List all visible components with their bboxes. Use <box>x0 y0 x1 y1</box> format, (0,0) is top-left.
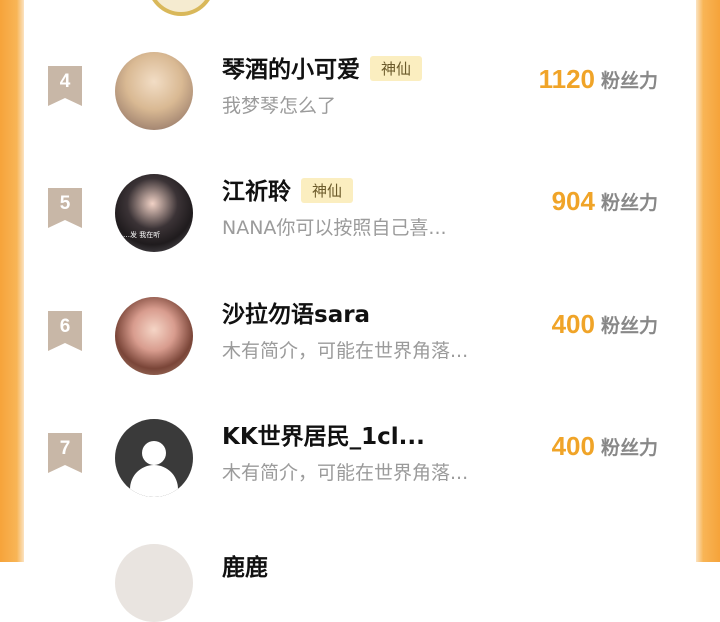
user-bio: 我梦琴怎么了 <box>222 95 337 117</box>
avatar[interactable] <box>115 52 193 130</box>
avatar[interactable] <box>115 297 193 375</box>
fan-power-value: 400 <box>551 431 595 461</box>
rank-badge: 5 <box>48 188 82 228</box>
fan-power-value: 904 <box>551 186 595 216</box>
avatar-caption: …发 我在听 <box>123 231 161 239</box>
user-name[interactable]: 琴酒的小可爱 神仙 <box>222 50 423 84</box>
avatar[interactable]: …发 我在听 <box>115 174 193 252</box>
ranking-row-7[interactable]: 7 KK世界居民_1cl... 木有简介，可能在世界角落... 400 粉丝力 <box>24 407 696 507</box>
fan-power: 400 粉丝力 <box>552 309 658 340</box>
right-gradient-bar <box>696 0 720 562</box>
ranking-row-6[interactable]: 6 沙拉勿语sara 木有简介，可能在世界角落... 400 粉丝力 <box>24 285 696 385</box>
ranking-row-4[interactable]: 4 琴酒的小可爱 神仙 我梦琴怎么了 1120 粉丝力 <box>24 40 696 140</box>
level-tag: 神仙 <box>370 56 423 81</box>
rank-badge: 6 <box>48 311 82 351</box>
user-name[interactable]: 江祈聆 神仙 <box>222 172 354 206</box>
rank-badge: 4 <box>48 66 82 106</box>
user-name[interactable]: KK世界居民_1cl... <box>222 417 425 451</box>
user-name-text: 琴酒的小可爱 <box>222 57 360 83</box>
ranking-row-5[interactable]: 5 …发 我在听 江祈聆 神仙 NANA你可以按照自己喜... 904 粉丝力 <box>24 162 696 262</box>
left-gradient-bar <box>0 0 24 562</box>
user-name[interactable]: 沙拉勿语sara <box>222 295 370 329</box>
fan-power-unit: 粉丝力 <box>600 437 658 459</box>
fan-power-unit: 粉丝力 <box>600 192 658 214</box>
rank-number: 4 <box>59 71 71 92</box>
user-bio: NANA你可以按照自己喜... <box>222 217 447 239</box>
ranking-list-panel: 4 琴酒的小可爱 神仙 我梦琴怎么了 1120 粉丝力 5 …发 我在听 江祈聆 神仙… <box>24 0 696 622</box>
fan-power: 400 粉丝力 <box>552 431 658 462</box>
fan-power: 1120 粉丝力 <box>539 64 658 95</box>
fan-power-unit: 粉丝力 <box>600 70 658 92</box>
user-bio: 木有简介，可能在世界角落... <box>222 462 469 484</box>
previous-avatar-frame <box>147 0 215 16</box>
user-bio: 木有简介，可能在世界角落... <box>222 340 469 362</box>
fan-power-unit: 粉丝力 <box>600 315 658 337</box>
user-name-text: 沙拉勿语sara <box>222 302 371 328</box>
avatar[interactable] <box>115 544 193 622</box>
rank-badge: 7 <box>48 433 82 473</box>
fan-power-value: 400 <box>551 309 595 339</box>
user-name-text: 江祈聆 <box>222 179 291 205</box>
user-name-text: KK世界居民_1cl... <box>222 424 425 450</box>
fan-power-value: 1120 <box>538 64 595 94</box>
default-avatar-icon[interactable] <box>115 419 193 497</box>
fan-power: 904 粉丝力 <box>552 186 658 217</box>
rank-number: 6 <box>59 316 71 337</box>
user-name[interactable]: 鹿鹿 <box>222 548 268 582</box>
level-tag: 神仙 <box>301 178 354 203</box>
rank-number: 5 <box>59 193 71 214</box>
rank-number: 7 <box>59 438 71 459</box>
